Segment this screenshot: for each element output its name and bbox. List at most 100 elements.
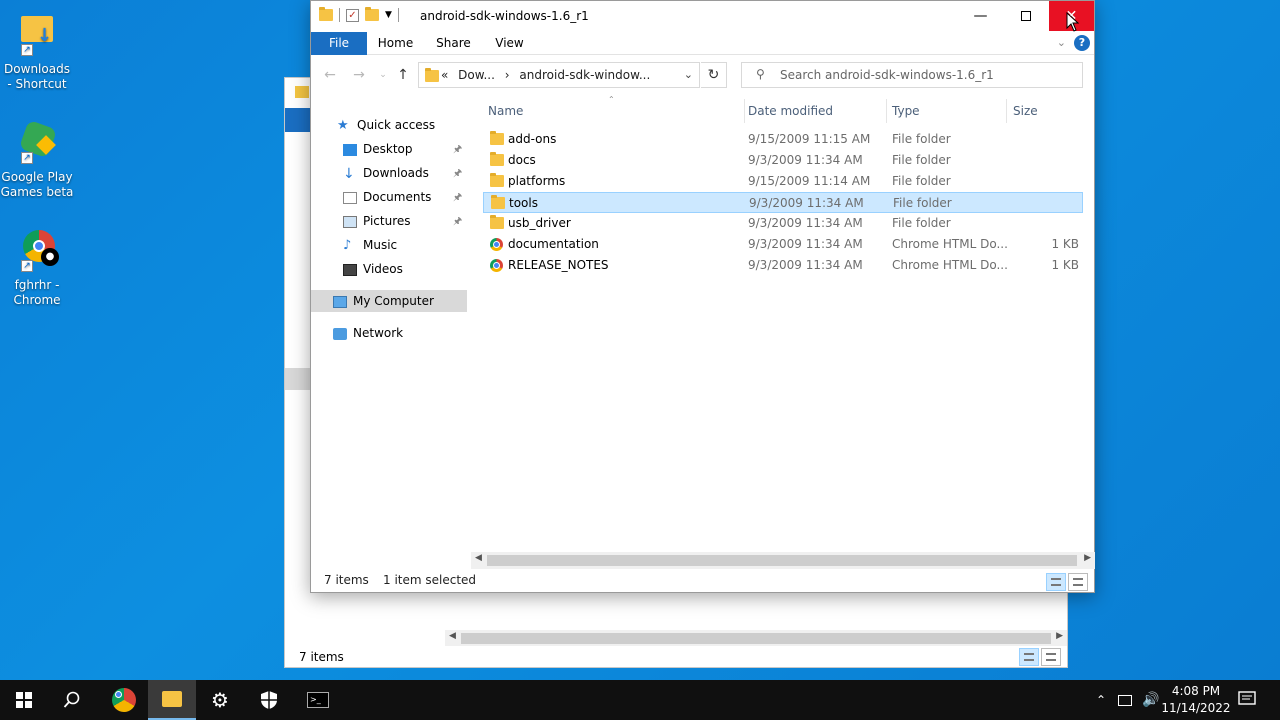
divider[interactable] xyxy=(744,99,745,123)
pin-icon[interactable]: 🖈 xyxy=(453,166,462,183)
title-bar[interactable]: ✓ ▼ android-sdk-windows-1.6_r1 — ✕ xyxy=(311,1,1094,32)
breadcrumb-separator[interactable]: › xyxy=(505,68,510,82)
scroll-left-icon[interactable]: ◀ xyxy=(449,631,456,641)
desktop-icon-chrome-profile[interactable]: ● ↗ fghrhr - Chrome xyxy=(0,226,74,308)
sidebar-item-label: Downloads xyxy=(363,166,429,180)
details-view-button[interactable] xyxy=(1046,573,1066,591)
refresh-button[interactable]: ↻ xyxy=(701,62,727,88)
horizontal-scrollbar[interactable]: ◀ ▶ xyxy=(445,630,1067,646)
table-row[interactable]: add-ons 9/15/2009 11:15 AM File folder xyxy=(483,129,1083,150)
system-clock[interactable]: 4:08 PM 11/14/2022 xyxy=(1160,683,1232,717)
column-header-size[interactable]: Size xyxy=(1013,99,1038,123)
status-item-count: 7 items xyxy=(324,573,369,587)
desktop-icon-google-play-games[interactable]: ↗ Google Play Games beta xyxy=(0,118,74,200)
expand-ribbon-icon[interactable]: ⌄ xyxy=(1057,36,1066,49)
show-hidden-icons-icon[interactable]: ⌃ xyxy=(1096,680,1106,720)
start-button[interactable] xyxy=(0,680,48,720)
sidebar-item-downloads[interactable]: ↓ Downloads xyxy=(343,162,429,184)
properties-icon[interactable]: ✓ xyxy=(346,8,359,22)
scrollbar-thumb[interactable] xyxy=(487,555,1077,566)
new-folder-icon[interactable] xyxy=(365,7,379,21)
sidebar-item-videos[interactable]: Videos xyxy=(343,258,403,280)
tab-file[interactable]: File xyxy=(311,32,367,55)
tab-share[interactable]: Share xyxy=(431,32,476,55)
up-arrow-icon[interactable]: ↑ xyxy=(393,65,413,85)
table-row-selected[interactable]: tools 9/3/2009 11:34 AM File folder xyxy=(483,192,1083,213)
sidebar-item-desktop[interactable]: Desktop xyxy=(343,138,413,160)
videos-icon xyxy=(343,263,357,276)
details-view-button[interactable] xyxy=(1019,648,1039,666)
folder-icon xyxy=(490,152,504,166)
computer-icon xyxy=(333,295,347,308)
file-date: 9/3/2009 11:34 AM xyxy=(749,196,864,210)
recent-locations-icon[interactable]: ⌄ xyxy=(373,65,393,85)
breadcrumb-overflow[interactable]: « xyxy=(441,68,448,82)
divider[interactable] xyxy=(1006,99,1007,123)
search-button[interactable] xyxy=(48,680,96,720)
sidebar-item-documents[interactable]: Documents xyxy=(343,186,431,208)
sidebar-item-music[interactable]: ♪ Music xyxy=(343,234,397,256)
column-header-date-modified[interactable]: Date modified xyxy=(748,99,833,123)
search-box[interactable]: ⚲ xyxy=(741,62,1083,88)
ribbon-file-tab[interactable] xyxy=(285,108,311,132)
taskbar-chrome[interactable] xyxy=(100,680,148,720)
pin-icon[interactable]: 🖈 xyxy=(453,190,462,207)
sidebar-item-label: Pictures xyxy=(363,214,411,228)
taskbar-security[interactable] xyxy=(245,680,293,720)
taskbar-settings[interactable]: ⚙ xyxy=(196,680,244,720)
folder-icon xyxy=(490,215,504,229)
window-title: android-sdk-windows-1.6_r1 xyxy=(420,9,589,23)
customize-toolbar-icon[interactable]: ▼ xyxy=(385,10,392,20)
google-play-games-icon: ↗ xyxy=(13,118,61,166)
scrollbar-thumb[interactable] xyxy=(461,633,1051,644)
network-status-icon[interactable] xyxy=(1118,680,1132,720)
scroll-right-icon[interactable]: ▶ xyxy=(1084,553,1091,563)
minimize-button[interactable]: — xyxy=(958,1,1003,31)
large-icons-view-button[interactable] xyxy=(1068,573,1088,591)
tab-home[interactable]: Home xyxy=(373,32,418,55)
table-row[interactable]: RELEASE_NOTES 9/3/2009 11:34 AM Chrome H… xyxy=(483,255,1083,276)
help-icon[interactable]: ? xyxy=(1074,35,1090,51)
large-icons-view-button[interactable] xyxy=(1041,648,1061,666)
mouse-cursor-icon xyxy=(1066,12,1080,32)
back-arrow-icon[interactable]: ← xyxy=(320,65,340,85)
forward-arrow-icon[interactable]: → xyxy=(349,65,369,85)
sidebar-item-network[interactable]: Network xyxy=(333,322,403,344)
sort-ascending-icon: ⌃ xyxy=(608,95,615,104)
desktop-icon-downloads-shortcut[interactable]: ↓ ↗ Downloads - Shortcut xyxy=(0,10,74,92)
sidebar-item-pictures[interactable]: Pictures xyxy=(343,210,411,232)
navigation-pane: ★ Quick access Desktop 🖈 ↓ Downloads 🖈 Doc… xyxy=(311,109,467,559)
divider[interactable] xyxy=(886,99,887,123)
column-header-type[interactable]: Type xyxy=(892,99,920,123)
taskbar: ⚙ >_ ⌃ 🔊 4:08 PM 11/14/2022 xyxy=(0,680,1280,720)
horizontal-scrollbar[interactable]: ◀ ▶ xyxy=(471,552,1095,569)
sidebar-item-quick-access[interactable]: ★ Quick access xyxy=(337,114,435,136)
breadcrumb-downloads[interactable]: Dow... xyxy=(458,68,495,82)
table-row[interactable]: docs 9/3/2009 11:34 AM File folder xyxy=(483,150,1083,171)
pin-icon[interactable]: 🖈 xyxy=(453,142,462,159)
volume-icon[interactable]: 🔊 xyxy=(1142,680,1159,720)
sidebar-item-my-computer[interactable]: My Computer xyxy=(311,290,467,312)
scroll-right-icon[interactable]: ▶ xyxy=(1056,631,1063,641)
pin-icon[interactable]: 🖈 xyxy=(453,214,462,231)
maximize-button[interactable] xyxy=(1003,1,1048,31)
search-input[interactable] xyxy=(780,67,1070,83)
file-name: documentation xyxy=(508,237,599,251)
notification-center-icon[interactable] xyxy=(1238,690,1256,708)
clock-time: 4:08 PM xyxy=(1171,684,1221,698)
clock-date: 11/14/2022 xyxy=(1161,701,1231,715)
file-date: 9/3/2009 11:34 AM xyxy=(748,153,863,167)
taskbar-terminal[interactable]: >_ xyxy=(294,680,342,720)
star-icon: ★ xyxy=(337,117,349,133)
table-row[interactable]: documentation 9/3/2009 11:34 AM Chrome H… xyxy=(483,234,1083,255)
tab-view[interactable]: View xyxy=(487,32,532,55)
table-row[interactable]: platforms 9/15/2009 11:14 AM File folder xyxy=(483,171,1083,192)
taskbar-file-explorer[interactable] xyxy=(148,680,196,720)
breadcrumb-current[interactable]: android-sdk-window... xyxy=(519,68,650,82)
chevron-down-icon[interactable]: ⌄ xyxy=(684,68,693,81)
column-header-name[interactable]: Name xyxy=(488,99,523,123)
scroll-left-icon[interactable]: ◀ xyxy=(475,553,482,563)
address-bar[interactable]: « Dow... › android-sdk-window... ⌄ xyxy=(418,62,700,88)
table-row[interactable]: usb_driver 9/3/2009 11:34 AM File folder xyxy=(483,213,1083,234)
view-toggle xyxy=(1046,573,1088,591)
